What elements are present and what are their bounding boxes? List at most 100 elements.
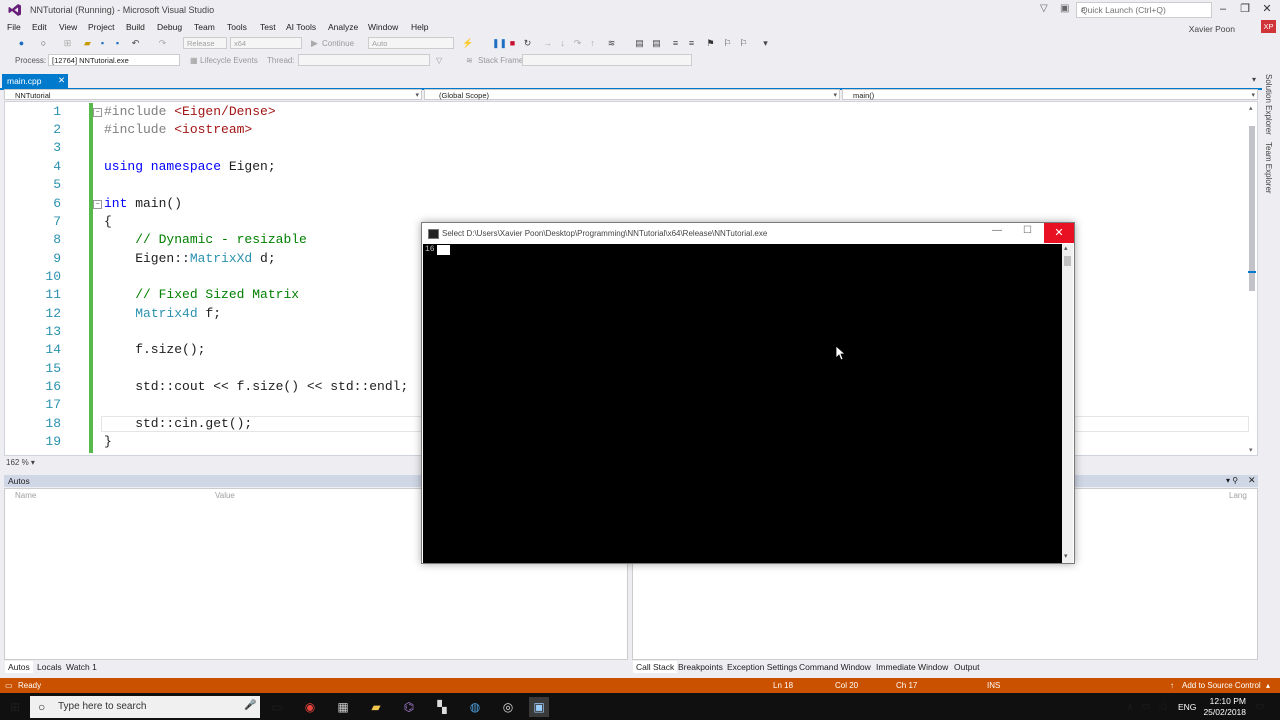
lang-column-header[interactable]: Lang (1229, 491, 1247, 500)
save-icon[interactable]: ▪ (97, 38, 108, 49)
close-tab-icon[interactable]: ✕ (58, 75, 65, 86)
pin-icon[interactable]: ▾ ⚲ (1226, 476, 1238, 485)
menu-project[interactable]: Project (88, 22, 114, 32)
back-icon[interactable]: ● (16, 38, 27, 49)
thread-select[interactable] (298, 54, 430, 66)
indent-icon[interactable]: ≡ (670, 38, 681, 49)
configuration-select[interactable]: Release (183, 37, 227, 49)
windows-start-icon[interactable]: ⊞ (5, 697, 25, 717)
tab-call-stack[interactable]: Call Stack (633, 661, 678, 673)
lifecycle-events-button[interactable]: Lifecycle Events (200, 56, 258, 65)
menu-debug[interactable]: Debug (157, 22, 182, 32)
console-minimize-button[interactable]: — (992, 225, 1002, 236)
menu-build[interactable]: Build (126, 22, 145, 32)
tab-command-window[interactable]: Command Window (796, 661, 874, 673)
value-column-header[interactable]: Value (215, 491, 235, 500)
console-scrollbar[interactable]: ▴ ▾ (1062, 244, 1073, 563)
platform-select[interactable]: x64 (230, 37, 302, 49)
stop-debugging-icon[interactable]: ■ (507, 38, 518, 49)
add-to-source-control-button[interactable]: Add to Source Control (1182, 681, 1261, 690)
hot-reload-icon[interactable]: ⚡ (462, 38, 473, 49)
step-over-icon[interactable]: ↷ (572, 38, 583, 49)
menu-file[interactable]: File (7, 22, 21, 32)
language-indicator[interactable]: ENG (1178, 702, 1196, 712)
close-panel-icon[interactable]: ✕ (1248, 475, 1256, 486)
global-scope-select[interactable]: (Global Scope) ▾ (424, 89, 840, 100)
visual-studio-icon[interactable]: ⌬ (399, 697, 419, 717)
chrome-icon[interactable]: ◉ (300, 697, 320, 717)
bookmark-icon[interactable]: ⚑ (705, 38, 716, 49)
taskbar-clock[interactable]: 12:10 PM 25/02/2018 (1203, 696, 1246, 718)
step-into-icon[interactable]: ↓ (557, 38, 568, 49)
scroll-down-icon[interactable]: ▾ (1064, 552, 1068, 560)
menu-help[interactable]: Help (411, 22, 428, 32)
console-task-icon[interactable]: ▣ (529, 697, 549, 717)
avatar[interactable]: XP (1261, 20, 1276, 33)
step-out-icon[interactable]: ↑ (587, 38, 598, 49)
stack-frame-icon[interactable]: ≋ (466, 56, 473, 65)
save-all-icon[interactable]: ▪ (112, 38, 123, 49)
menu-view[interactable]: View (59, 22, 77, 32)
new-project-icon[interactable]: ⊞ (62, 38, 73, 49)
tab-output[interactable]: Output (951, 661, 983, 673)
team-explorer-tab[interactable]: Team Explorer (1264, 142, 1273, 194)
filter-thread-icon[interactable]: ▽ (436, 56, 442, 65)
restart-icon[interactable]: ↻ (522, 38, 533, 49)
comment-icon[interactable]: ▤ (651, 38, 662, 49)
user-name[interactable]: Xavier Poon (1189, 24, 1235, 34)
editor-scrollbar[interactable]: ▴ ▾ (1246, 104, 1258, 456)
scroll-down-icon[interactable]: ▾ (1249, 446, 1253, 454)
volume-icon[interactable]: ◁ (1152, 697, 1172, 717)
outdent-icon[interactable]: ≡ (686, 38, 697, 49)
tab-locals[interactable]: Locals (34, 661, 65, 673)
microphone-icon[interactable]: 🎤 (244, 700, 256, 711)
menu-team[interactable]: Team (194, 22, 215, 32)
menu-analyze[interactable]: Analyze (328, 22, 358, 32)
console-close-button[interactable]: ✕ (1044, 223, 1074, 243)
break-all-icon[interactable]: ❚❚ (492, 38, 507, 49)
app-icon[interactable]: ▦ (333, 697, 353, 717)
tab-main-cpp[interactable]: main.cpp ✕ (2, 74, 68, 88)
continue-button[interactable]: Continue (322, 39, 354, 48)
zoom-level[interactable]: 162 % ▾ (6, 458, 35, 467)
redo-icon[interactable]: ↷ (157, 38, 168, 49)
collapse-icon[interactable]: − (93, 108, 102, 117)
scrollbar-thumb[interactable] (1064, 256, 1071, 266)
process-select[interactable]: [12764] NNTutorial.exe (48, 54, 180, 66)
scroll-up-icon[interactable]: ▴ (1249, 104, 1253, 112)
tab-autos[interactable]: Autos (5, 661, 33, 673)
breakpoint-icon[interactable]: ▤ (634, 38, 645, 49)
minimize-button[interactable]: – (1212, 0, 1234, 18)
tab-watch-1[interactable]: Watch 1 (63, 661, 100, 673)
console-output-area[interactable]: 16 (423, 244, 1062, 563)
notification-icon[interactable]: ▣ (1060, 3, 1069, 14)
chevron-up-icon[interactable]: ▴ (1266, 681, 1270, 690)
media-icon[interactable]: ▚ (432, 697, 452, 717)
close-button[interactable]: ✕ (1256, 0, 1278, 18)
toolbar-overflow-icon[interactable]: ▾ (760, 38, 771, 49)
solution-explorer-tab[interactable]: Solution Explorer (1264, 74, 1273, 135)
tab-overflow-icon[interactable]: ▾ (1252, 75, 1256, 84)
menu-tools[interactable]: Tools (227, 22, 247, 32)
diagnostics-icon[interactable]: ≋ (606, 38, 617, 49)
console-maximize-button[interactable]: ☐ (1023, 225, 1032, 236)
tab-breakpoints[interactable]: Breakpoints (675, 661, 726, 673)
bookmark-prev-icon[interactable]: ⚐ (722, 38, 733, 49)
collapse-icon[interactable]: − (93, 200, 102, 209)
menu-ai-tools[interactable]: AI Tools (286, 22, 316, 32)
tab-immediate-window[interactable]: Immediate Window (873, 661, 951, 673)
task-view-icon[interactable]: ▭ (267, 697, 287, 717)
undo-icon[interactable]: ↶ (130, 38, 141, 49)
auto-select[interactable]: Auto (368, 37, 454, 49)
taskbar-search-input[interactable]: ○ Type here to search 🎤 (30, 696, 260, 718)
forward-icon[interactable]: ○ (38, 38, 49, 49)
bookmark-next-icon[interactable]: ⚐ (738, 38, 749, 49)
continue-icon[interactable]: ▶ (309, 38, 320, 49)
steam-icon[interactable]: ◎ (498, 697, 518, 717)
scrollbar-thumb[interactable] (1249, 126, 1255, 291)
action-center-icon[interactable]: ▭ (1250, 697, 1270, 717)
member-select[interactable]: main() ▾ (842, 89, 1258, 100)
menu-test[interactable]: Test (260, 22, 276, 32)
lifecycle-icon[interactable]: ▦ (190, 56, 198, 65)
show-next-statement-icon[interactable]: → (542, 38, 553, 49)
